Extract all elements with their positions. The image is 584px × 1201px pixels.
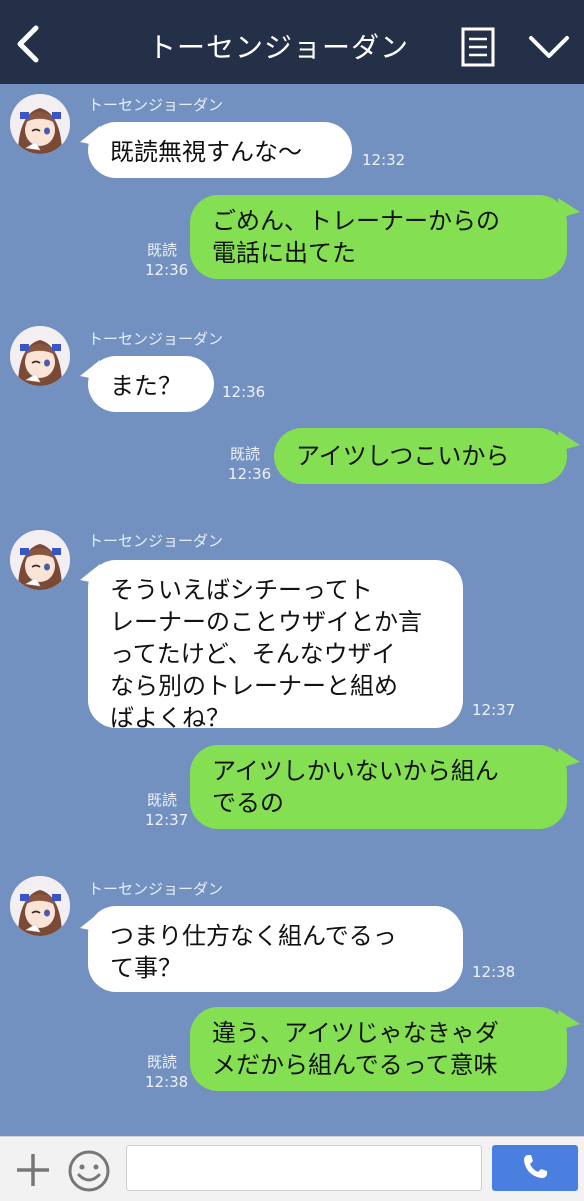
message-composer bbox=[0, 1136, 584, 1201]
message-time: 12:38 bbox=[472, 963, 516, 981]
message-bubble-out[interactable]: 違う、アイツじゃなきゃダ メだから組んでるって意味 bbox=[190, 1007, 567, 1091]
bubble-tail bbox=[558, 748, 580, 768]
phone-icon bbox=[524, 1154, 547, 1178]
sender-name: トーセンジョーダン bbox=[88, 532, 224, 550]
message-bubble-out[interactable]: アイツしかいないから組ん でるの bbox=[190, 745, 567, 829]
chat-header: トーセンジョーダン bbox=[0, 0, 584, 84]
message-time: 12:36 bbox=[228, 465, 272, 483]
smiley-icon bbox=[68, 1150, 110, 1192]
avatar[interactable] bbox=[10, 530, 70, 590]
message-time: 12:38 bbox=[145, 1073, 189, 1091]
chat-title: トーセンジョーダン bbox=[148, 31, 410, 64]
sender-name: トーセンジョーダン bbox=[88, 880, 224, 898]
bubble-tail bbox=[558, 431, 580, 451]
read-receipt: 既読 bbox=[147, 791, 178, 809]
message-bubble-in[interactable]: そういえばシチーってト レーナーのことウザイとか言 ってたけど、そんなウザイ な… bbox=[88, 560, 463, 732]
back-button[interactable] bbox=[10, 22, 50, 66]
message-time: 12:32 bbox=[362, 151, 406, 169]
message-bubble-in[interactable]: また？ bbox=[88, 356, 214, 412]
read-receipt: 既読 bbox=[147, 1053, 178, 1071]
message-time: 12:37 bbox=[145, 811, 189, 829]
expand-button[interactable] bbox=[526, 30, 572, 66]
bubble-tail bbox=[558, 1010, 580, 1030]
message-bubble-in[interactable]: 既読無視すんな〜 bbox=[88, 122, 352, 178]
avatar[interactable] bbox=[10, 94, 70, 154]
avatar[interactable] bbox=[10, 326, 70, 386]
plus-icon bbox=[17, 1154, 49, 1186]
sender-name: トーセンジョーダン bbox=[88, 96, 224, 114]
add-button[interactable] bbox=[14, 1151, 52, 1189]
chevron-down-icon bbox=[529, 36, 569, 58]
message-input[interactable] bbox=[126, 1145, 482, 1191]
read-receipt: 既読 bbox=[230, 445, 261, 463]
message-time: 12:37 bbox=[472, 701, 516, 719]
avatar-image bbox=[10, 876, 70, 936]
notes-icon bbox=[461, 27, 495, 67]
bubble-tail bbox=[558, 198, 580, 218]
message-bubble-out[interactable]: ごめん、トレーナーからの 電話に出てた bbox=[190, 195, 567, 279]
message-time: 12:36 bbox=[222, 383, 266, 401]
chevron-left-icon bbox=[17, 25, 39, 63]
avatar-image bbox=[10, 530, 70, 590]
avatar-image bbox=[10, 326, 70, 386]
message-bubble-in[interactable]: つまり仕方なく組んでるっ て事？ bbox=[88, 906, 463, 992]
avatar[interactable] bbox=[10, 876, 70, 936]
avatar-image bbox=[10, 94, 70, 154]
call-button[interactable] bbox=[492, 1145, 578, 1191]
read-receipt: 既読 bbox=[147, 241, 178, 259]
sender-name: トーセンジョーダン bbox=[88, 330, 224, 348]
message-time: 12:36 bbox=[145, 261, 189, 279]
notes-button[interactable] bbox=[460, 26, 498, 68]
message-bubble-out[interactable]: アイツしつこいから bbox=[274, 428, 567, 484]
emoji-button[interactable] bbox=[67, 1149, 111, 1193]
